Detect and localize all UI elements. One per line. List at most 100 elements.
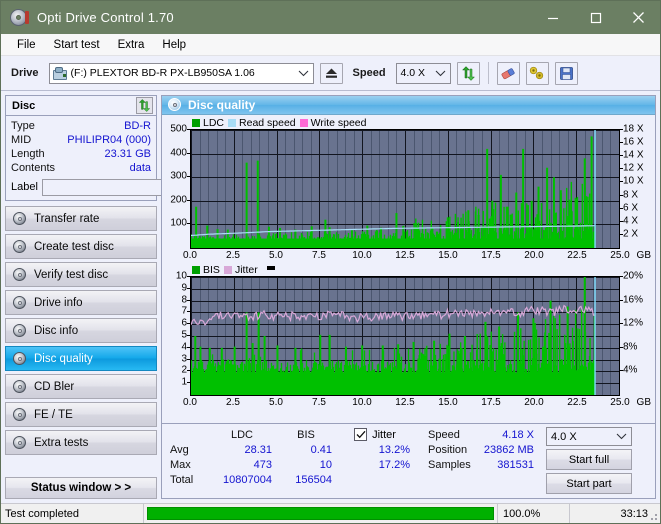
y2-tick	[620, 299, 623, 301]
position-value: 23862 MB	[483, 443, 534, 456]
disc-length-value: 23.31 GB	[104, 148, 151, 160]
sidebar-item-verify-test-disc[interactable]: Verify test disc	[5, 262, 157, 287]
legend-label-bis: BIS	[203, 264, 220, 276]
chart-ldc-block: LDC Read speed Write speed 100 200 300 400 5…	[164, 117, 653, 264]
speed-value: 4.18 X	[502, 428, 534, 441]
col-header-jitter-cell: Jitter	[336, 427, 414, 442]
chart-bis-y-axis: 1 2 3 4 5 6 7 8 9 10	[164, 271, 190, 396]
sidebar-item-fe-te[interactable]: FE / TE	[5, 402, 157, 427]
elapsed-time: 33:13	[620, 507, 648, 520]
test-speed-select[interactable]: 4.0 X	[546, 427, 632, 446]
menu-help[interactable]: Help	[154, 36, 194, 54]
x-tick-label: 12.5	[395, 250, 415, 261]
sidebar: Disc Type BD-R MID PHILIPR04 (000) Lengt…	[5, 95, 241, 499]
sidebar-item-cd-bler[interactable]: CD Bler	[5, 374, 157, 399]
refresh-button[interactable]	[456, 61, 480, 85]
x-axis-unit: GB	[636, 397, 651, 408]
minimize-button[interactable]	[531, 1, 574, 34]
sidebar-item-drive-info[interactable]: Drive info	[5, 290, 157, 315]
toolbar-separator	[487, 62, 489, 84]
drive-select[interactable]: (F:) PLEXTOR BD-R PX-LB950SA 1.06	[48, 62, 314, 84]
table-row: Samples 381531	[424, 457, 538, 472]
samples-value: 381531	[497, 458, 534, 471]
y2-tick-label: 6 X	[623, 202, 639, 214]
menu-extra[interactable]: Extra	[110, 36, 153, 54]
disc-refresh-button[interactable]	[136, 97, 153, 114]
y2-tick-label: 12 X	[623, 162, 644, 174]
y2-tick	[620, 207, 623, 209]
maximize-button[interactable]	[574, 1, 617, 34]
sidebar-item-extra-tests[interactable]: Extra tests	[5, 430, 157, 455]
disc-panel-header: Disc	[6, 96, 156, 116]
eject-button[interactable]	[319, 62, 343, 84]
x-tick-label: 2.5	[226, 397, 240, 408]
sidebar-item-label: Create test disc	[34, 240, 114, 253]
y2-tick	[620, 181, 623, 183]
y2-tick-label: 8 X	[623, 189, 639, 201]
disc-contents-value: data	[129, 162, 151, 174]
x-tick-label: 10.0	[352, 397, 372, 408]
disc-icon	[13, 407, 27, 422]
tools-button[interactable]	[525, 61, 549, 85]
y2-tick	[620, 129, 623, 130]
legend-label-ldc: LDC	[203, 117, 225, 129]
position-key: Position	[428, 443, 468, 456]
sidebar-item-create-test-disc[interactable]: Create test disc	[5, 234, 157, 259]
menu-file[interactable]: File	[9, 36, 44, 54]
y2-tick-label: 4 X	[623, 215, 639, 227]
y-tick-label: 200	[170, 194, 187, 206]
sidebar-item-disc-info[interactable]: Disc info	[5, 318, 157, 343]
x-tick-label: 17.5	[481, 250, 501, 261]
start-full-button[interactable]: Start full	[546, 449, 632, 470]
y2-tick-label: 12%	[623, 317, 644, 329]
disc-properties: Type BD-R MID PHILIPR04 (000) Length 23.…	[6, 116, 241, 200]
progress-bar	[147, 507, 494, 520]
save-button[interactable]	[554, 61, 578, 85]
samples-key: Samples	[428, 458, 471, 471]
test-speed-value: 4.0 X	[551, 430, 577, 443]
drive-label: Drive	[11, 67, 39, 79]
sidebar-item-label: Extra tests	[34, 436, 89, 449]
speed-select[interactable]: 4.0 X	[395, 62, 451, 84]
legend-swatch-bis	[192, 266, 200, 274]
y2-tick	[620, 276, 623, 277]
disc-row-length: Length 23.31 GB	[11, 147, 151, 161]
window-controls	[531, 1, 660, 34]
legend-swatch-ldc	[192, 119, 200, 127]
stats-actions: 4.0 X Start full Start part	[546, 427, 632, 494]
table-row: Avg 28.31 0.41 13.2%	[166, 442, 414, 457]
disc-icon	[13, 379, 27, 394]
menu-start-test[interactable]: Start test	[46, 36, 108, 54]
y2-tick	[620, 142, 623, 144]
table-row: Total 10807004 156504	[166, 472, 414, 487]
start-part-button[interactable]: Start part	[546, 473, 632, 494]
stats-row-avg-key: Avg	[170, 443, 189, 456]
stats-row-max-key: Max	[170, 458, 191, 471]
jitter-checkbox[interactable]	[354, 428, 368, 441]
legend-swatch-jitter	[223, 266, 232, 274]
sidebar-item-transfer-rate[interactable]: Transfer rate	[5, 206, 157, 231]
legend-swatch-read-speed	[228, 119, 237, 127]
disc-icon	[13, 267, 27, 282]
x-tick-label: 17.5	[481, 397, 501, 408]
chart-bis-block: BIS Jitter 1 2 3 4 5 6 7 8 9 10 4% 8% 12% 16% 20% 0.	[164, 264, 653, 411]
sidebar-item-label: Transfer rate	[34, 212, 100, 225]
y-tick-label: 500	[170, 123, 187, 135]
stats-avg-ldc: 28.31	[244, 443, 272, 456]
app-window: Opti Drive Control 1.70 File Start test …	[0, 0, 661, 524]
x-tick-label: 22.5	[567, 397, 587, 408]
col-header-ldc: LDC	[230, 428, 253, 441]
chart-bis-y2-axis: 4% 8% 12% 16% 20%	[620, 271, 653, 396]
legend-label-read-speed: Read speed	[239, 117, 296, 129]
erase-button[interactable]	[496, 61, 520, 85]
close-button[interactable]	[617, 1, 660, 34]
status-text: Test completed	[5, 507, 79, 520]
sidebar-item-disc-quality[interactable]: Disc quality	[5, 346, 157, 371]
chevron-down-icon	[298, 64, 309, 83]
disc-icon	[13, 239, 27, 254]
plot-canvas	[191, 277, 619, 395]
chevron-down-icon	[616, 428, 627, 445]
resize-grip[interactable]	[648, 511, 658, 521]
status-window-button[interactable]: Status window > >	[5, 477, 157, 499]
chart-bis-x-axis: 0.0 2.5 5.0 7.5 10.0 12.5 15.0 17.5 20.0 22.5 25.0…	[183, 396, 651, 411]
